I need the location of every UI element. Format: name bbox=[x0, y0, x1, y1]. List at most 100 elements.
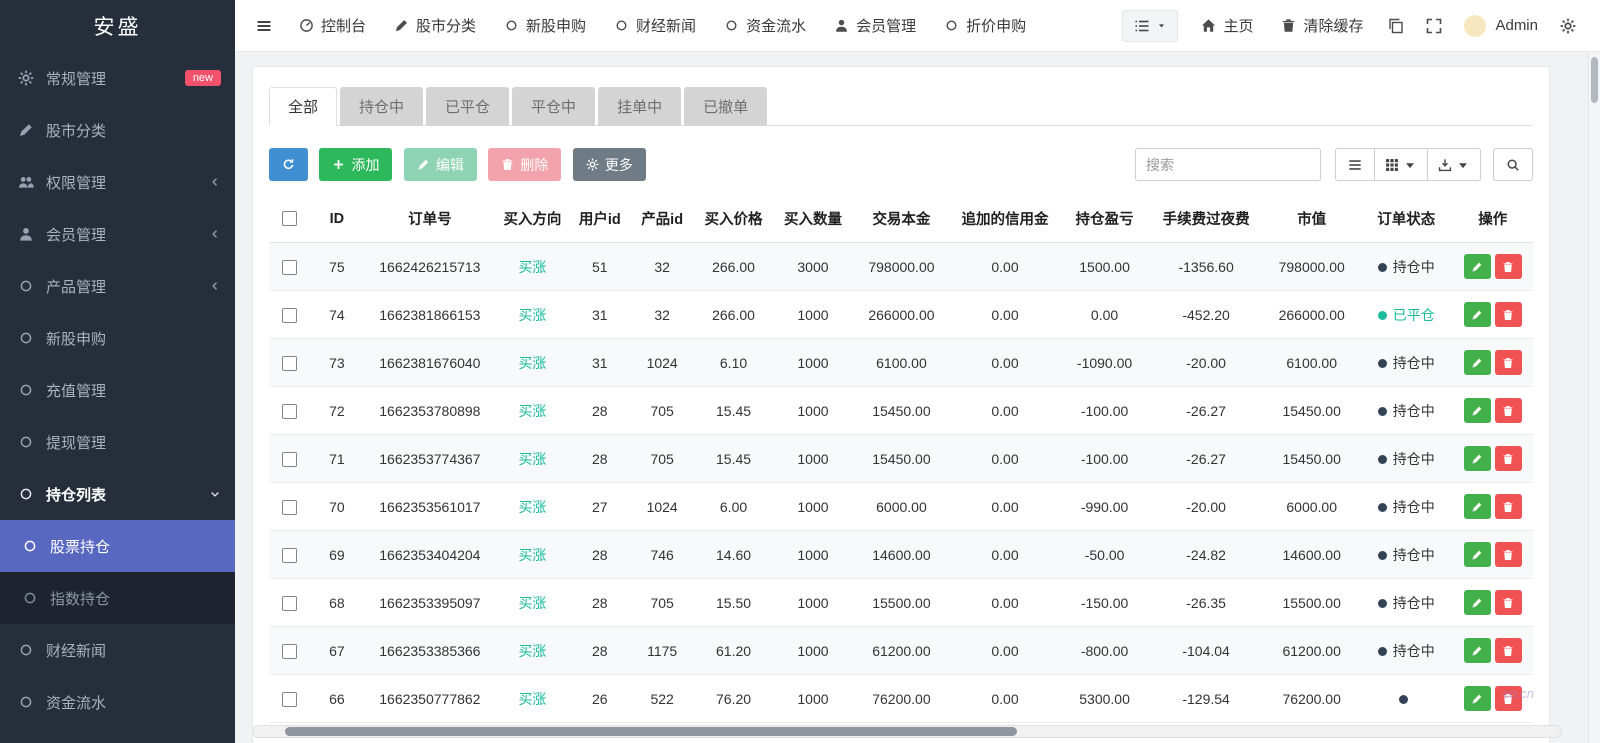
vertical-scrollbar-thumb[interactable] bbox=[1591, 57, 1598, 103]
delete-button[interactable]: 删除 bbox=[488, 148, 561, 181]
row-checkbox[interactable] bbox=[282, 260, 297, 275]
row-checkbox[interactable] bbox=[282, 548, 297, 563]
sidebar-item-4[interactable]: 产品管理 bbox=[0, 260, 235, 312]
row-delete-button[interactable] bbox=[1495, 494, 1522, 519]
column-header-11[interactable]: 市值 bbox=[1263, 195, 1360, 243]
copy-shortcut-button[interactable] bbox=[1378, 0, 1414, 52]
horizontal-scrollbar[interactable] bbox=[252, 725, 1562, 738]
cell-direction: 买涨 bbox=[495, 291, 569, 339]
horizontal-scrollbar-thumb[interactable] bbox=[285, 727, 1017, 736]
topnav-item-4[interactable]: 资金流水 bbox=[710, 0, 820, 52]
more-button[interactable]: 更多 bbox=[573, 148, 646, 181]
row-delete-button[interactable] bbox=[1495, 302, 1522, 327]
edit-button[interactable]: 编辑 bbox=[404, 148, 477, 181]
search-input[interactable] bbox=[1135, 148, 1321, 181]
row-edit-button[interactable] bbox=[1464, 398, 1491, 423]
row-checkbox[interactable] bbox=[282, 596, 297, 611]
row-delete-button[interactable] bbox=[1495, 350, 1522, 375]
sidebar-item-7[interactable]: 提现管理 bbox=[0, 416, 235, 468]
row-edit-button[interactable] bbox=[1464, 254, 1491, 279]
topnav-item-3[interactable]: 财经新闻 bbox=[600, 0, 710, 52]
tab-4[interactable]: 挂单中 bbox=[598, 87, 681, 126]
column-header-7[interactable]: 交易本金 bbox=[853, 195, 950, 243]
status-tabs: 全部持仓中已平仓平仓中挂单中已撤单 bbox=[269, 87, 1533, 126]
row-edit-button[interactable] bbox=[1464, 686, 1491, 711]
column-header-1[interactable]: 订单号 bbox=[365, 195, 496, 243]
cell-fee: -26.35 bbox=[1149, 579, 1264, 627]
tab-2[interactable]: 已平仓 bbox=[426, 87, 509, 126]
sidebar-item-label: 股市分类 bbox=[46, 120, 106, 141]
clear-cache-link[interactable]: 清除缓存 bbox=[1268, 0, 1376, 52]
row-delete-button[interactable] bbox=[1495, 542, 1522, 567]
sidebar-subitem-8-0[interactable]: 股票持仓 bbox=[0, 520, 235, 572]
row-checkbox[interactable] bbox=[282, 692, 297, 707]
row-checkbox[interactable] bbox=[282, 308, 297, 323]
row-checkbox[interactable] bbox=[282, 644, 297, 659]
column-header-10[interactable]: 手续费过夜费 bbox=[1149, 195, 1264, 243]
cell-buy-price: 266.00 bbox=[694, 243, 772, 291]
sidebar-item-10[interactable]: 资金流水 bbox=[0, 676, 235, 728]
tabs-menu-button[interactable] bbox=[1122, 10, 1178, 42]
sidebar-item-5[interactable]: 新股申购 bbox=[0, 312, 235, 364]
search-toggle-button[interactable] bbox=[1493, 148, 1533, 181]
row-edit-button[interactable] bbox=[1464, 638, 1491, 663]
sidebar-item-3[interactable]: 会员管理 bbox=[0, 208, 235, 260]
sidebar-subitem-8-1[interactable]: 指数持仓 bbox=[0, 572, 235, 624]
row-delete-button[interactable] bbox=[1495, 446, 1522, 471]
row-checkbox[interactable] bbox=[282, 404, 297, 419]
sidebar-item-1[interactable]: 股市分类 bbox=[0, 104, 235, 156]
row-delete-button[interactable] bbox=[1495, 254, 1522, 279]
sidebar-item-9[interactable]: 财经新闻 bbox=[0, 624, 235, 676]
topnav-item-0[interactable]: 控制台 bbox=[285, 0, 380, 52]
row-edit-button[interactable] bbox=[1464, 590, 1491, 615]
row-checkbox[interactable] bbox=[282, 452, 297, 467]
home-link[interactable]: 主页 bbox=[1188, 0, 1266, 52]
topnav-item-5[interactable]: 会员管理 bbox=[820, 0, 930, 52]
sidebar-item-2[interactable]: 权限管理 bbox=[0, 156, 235, 208]
tab-3[interactable]: 平仓中 bbox=[512, 87, 595, 126]
row-delete-button[interactable] bbox=[1495, 686, 1522, 711]
column-header-8[interactable]: 追加的信用金 bbox=[950, 195, 1061, 243]
row-delete-button[interactable] bbox=[1495, 638, 1522, 663]
sidebar-item-0[interactable]: 常规管理new bbox=[0, 52, 235, 104]
topnav-item-6[interactable]: 折价申购 bbox=[930, 0, 1040, 52]
settings-button[interactable] bbox=[1550, 0, 1586, 52]
row-delete-button[interactable] bbox=[1495, 590, 1522, 615]
tab-5[interactable]: 已撤单 bbox=[684, 87, 767, 126]
row-edit-button[interactable] bbox=[1464, 302, 1491, 327]
row-checkbox[interactable] bbox=[282, 356, 297, 371]
sidebar-item-6[interactable]: 充值管理 bbox=[0, 364, 235, 416]
row-delete-button[interactable] bbox=[1495, 398, 1522, 423]
vertical-scrollbar[interactable] bbox=[1588, 52, 1600, 743]
row-edit-button[interactable] bbox=[1464, 446, 1491, 471]
row-edit-button[interactable] bbox=[1464, 542, 1491, 567]
row-edit-button[interactable] bbox=[1464, 494, 1491, 519]
sidebar-item-8[interactable]: 持仓列表 bbox=[0, 468, 235, 520]
column-header-2[interactable]: 买入方向 bbox=[495, 195, 569, 243]
add-button[interactable]: 添加 bbox=[319, 148, 392, 181]
column-header-5[interactable]: 买入价格 bbox=[694, 195, 772, 243]
export-button[interactable] bbox=[1427, 148, 1481, 181]
tab-1[interactable]: 持仓中 bbox=[340, 87, 423, 126]
column-header-4[interactable]: 产品id bbox=[630, 195, 694, 243]
tab-0[interactable]: 全部 bbox=[269, 87, 337, 126]
admin-menu[interactable]: Admin bbox=[1454, 15, 1548, 37]
column-header-9[interactable]: 持仓盈亏 bbox=[1060, 195, 1148, 243]
row-checkbox[interactable] bbox=[282, 500, 297, 515]
columns-button[interactable] bbox=[1374, 148, 1428, 181]
column-header-0[interactable]: ID bbox=[309, 195, 364, 243]
toggle-view-button[interactable] bbox=[1335, 148, 1375, 181]
column-header-12[interactable]: 订单状态 bbox=[1360, 195, 1453, 243]
select-all-checkbox[interactable] bbox=[282, 211, 297, 226]
topnav-item-2[interactable]: 新股申购 bbox=[490, 0, 600, 52]
refresh-button[interactable] bbox=[269, 148, 308, 181]
cell-buy-qty: 3000 bbox=[773, 243, 853, 291]
column-header-13[interactable]: 操作 bbox=[1452, 195, 1533, 243]
column-header-3[interactable]: 用户id bbox=[570, 195, 630, 243]
fullscreen-button[interactable] bbox=[1416, 0, 1452, 52]
topnav-item-1[interactable]: 股市分类 bbox=[380, 0, 490, 52]
select-all-header[interactable] bbox=[269, 195, 309, 243]
column-header-6[interactable]: 买入数量 bbox=[773, 195, 853, 243]
row-edit-button[interactable] bbox=[1464, 350, 1491, 375]
sidebar-toggle-button[interactable] bbox=[243, 0, 285, 52]
